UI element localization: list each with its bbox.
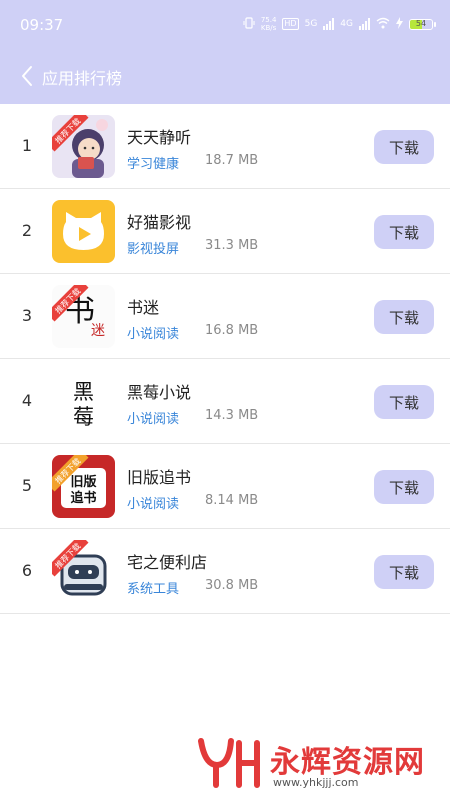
app-name: 好猫影视 [127,213,192,232]
wifi-icon [376,17,390,32]
rank-number: 5 [21,476,33,495]
battery-icon: 54 [409,18,436,30]
list-item[interactable]: 5 旧版 追书 推荐下载 旧版追书 小说阅读 8.14 MB 下载 [0,444,450,529]
app-icon-zhaizhibianlidian[interactable]: 推荐下载 [52,540,115,603]
rank-number: 1 [21,136,33,155]
app-size: 16.8 MB [205,323,259,338]
app-name: 黑莓小说 [127,383,192,402]
app-category[interactable]: 小说阅读 [127,323,179,342]
list-item[interactable]: 3 书 迷 推荐下载 书迷 小说阅读 16.8 MB 下载 [0,274,450,359]
app-icon-shumi[interactable]: 书 迷 推荐下载 [52,285,115,348]
list-item[interactable]: 6 推荐下载 宅之便利店 系统工具 30.8 MB 下载 [0,529,450,614]
download-button[interactable]: 下载 [374,130,434,164]
download-button[interactable]: 下载 [374,385,434,419]
app-size: 8.14 MB [205,493,259,508]
status-bar: 09:37 75.4 KB/s HD 5G 4G 54 [0,0,450,50]
zhuishu-text: 旧版 [70,474,96,490]
download-button[interactable]: 下载 [374,555,434,589]
watermark-url: www.yhkjjj.com [273,776,359,789]
top-header: 09:37 75.4 KB/s HD 5G 4G 54 应用排行榜 [0,0,450,104]
net-speed: 75.4 KB/s [261,16,277,32]
signal-4g-label: 4G [340,19,353,29]
list-item[interactable]: 2 好猫影视 影视投屏 31.3 MB 下载 [0,189,450,274]
site-watermark: 永辉资源网 www.yhkjjj.com [195,735,435,789]
download-button[interactable]: 下载 [374,215,434,249]
charging-icon [396,16,403,32]
app-category[interactable]: 小说阅读 [127,493,179,512]
app-icon-tiantianjingting[interactable]: 推荐下载 [52,115,115,178]
hd-icon: HD [282,18,299,30]
app-size: 18.7 MB [205,153,259,168]
chevron-left-icon[interactable] [18,64,38,88]
list-item[interactable]: 4 黑 莓 黑莓小说 小说阅读 14.3 MB 下载 [0,359,450,444]
shumi-glyph: 迷 [91,323,105,339]
status-time: 09:37 [20,16,64,34]
app-name: 天天静听 [127,128,192,147]
nav-bar: 应用排行榜 [0,50,450,104]
app-category[interactable]: 学习健康 [127,153,179,172]
rank-number: 4 [21,391,33,410]
app-name: 宅之便利店 [127,553,208,572]
battery-level: 54 [415,18,427,28]
heimei-glyph: 黑 [73,380,94,404]
app-category[interactable]: 小说阅读 [127,408,179,427]
rank-number: 6 [21,561,33,580]
watermark-logo-icon [198,738,260,788]
zhuishu-text: 追书 [70,490,96,506]
net-speed-value: 75.4 [260,16,277,24]
rank-number: 2 [21,221,33,240]
app-size: 31.3 MB [205,238,259,253]
signal-5g-icon [323,18,335,30]
download-button[interactable]: 下载 [374,300,434,334]
heimei-glyph: 莓 [73,405,94,429]
watermark-brand: 永辉资源网 [270,745,425,780]
download-button[interactable]: 下载 [374,470,434,504]
app-size: 14.3 MB [205,408,259,423]
app-icon-heimeixiaoshuo[interactable]: 黑 莓 [52,370,115,433]
net-speed-unit: KB/s [260,24,277,32]
list-item[interactable]: 1 推荐下载 天天静听 学习健康 18.7 MB 下载 [0,104,450,189]
rank-number: 3 [21,306,33,325]
app-category[interactable]: 影视投屏 [127,238,179,257]
app-category[interactable]: 系统工具 [127,578,179,597]
status-icons: 75.4 KB/s HD 5G 4G 54 [243,14,436,34]
signal-5g-label: 5G [304,19,318,29]
app-icon-jiubanzhuishu[interactable]: 旧版 追书 推荐下载 [52,455,115,518]
page-title: 应用排行榜 [42,69,123,88]
app-name: 旧版追书 [127,468,192,487]
app-size: 30.8 MB [205,578,259,593]
app-ranking-list: 1 推荐下载 天天静听 学习健康 18.7 MB 下载 2 好猫影视 影视投屏 … [0,104,450,614]
signal-4g-icon [359,18,370,30]
recommend-badge: 推荐下载 [53,116,83,146]
app-icon-haomaoyingshi[interactable] [52,200,115,263]
app-name: 书迷 [127,298,160,317]
vibrate-icon [243,16,255,32]
